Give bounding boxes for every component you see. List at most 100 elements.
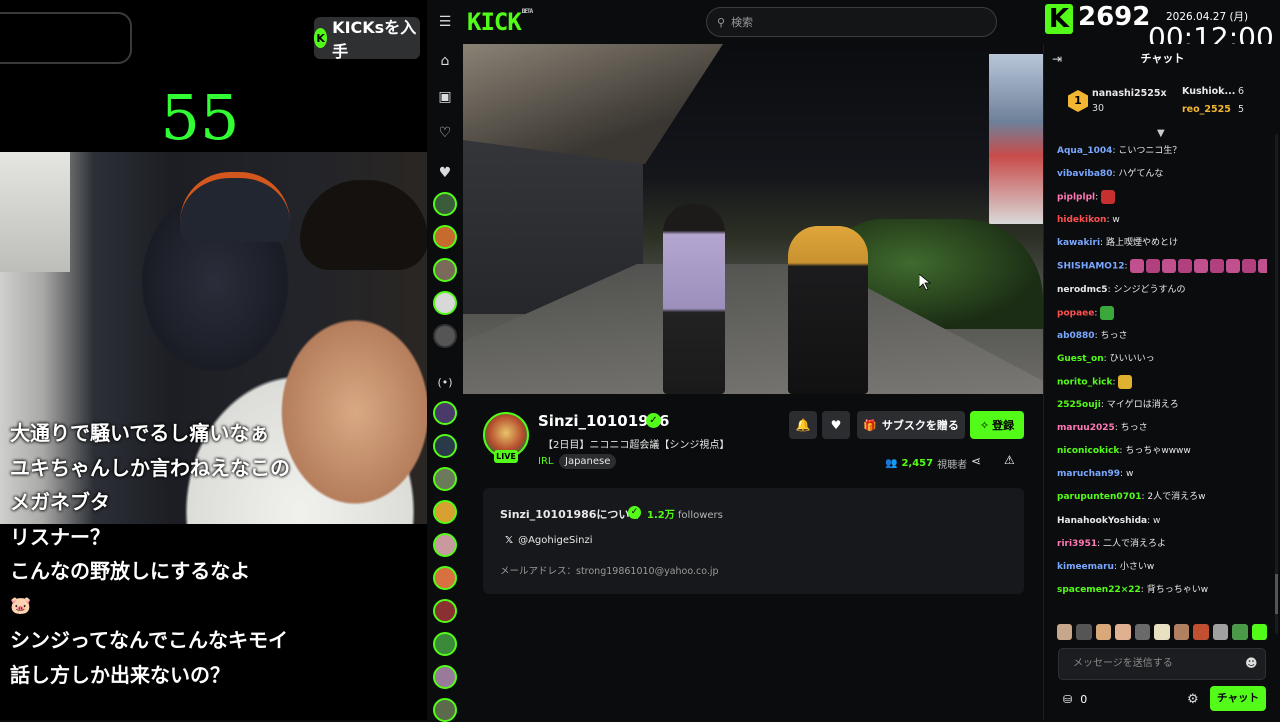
emote-icon[interactable] [1095,624,1112,640]
category-link[interactable]: IRL [538,456,553,467]
followed-channel-avatar[interactable] [433,258,457,282]
x-social-link[interactable]: 𝕏 @AgohigeSinzi [505,535,592,546]
search-icon: ⚲ [717,15,726,29]
chat-username[interactable]: kawakiri [1057,238,1100,248]
recommended-channel-avatar[interactable] [433,698,457,722]
emote-icon[interactable] [1251,624,1267,640]
gift-sub-button[interactable]: 🎁 サブスクを贈る [857,411,965,439]
emote-icon[interactable] [1212,624,1229,640]
gifter-count: 5 [1238,104,1245,115]
kick-logo[interactable]: KICKBETA [467,8,533,36]
chat-username[interactable]: vibaviba80 [1057,169,1112,179]
chat-emote-icon [1258,259,1267,274]
follow-heart-button[interactable]: ♥ [822,411,850,439]
share-icon[interactable]: ⋖ [971,454,981,468]
chat-message: spacemen22×22: 背ちっちゃいw [1057,584,1209,595]
chat-emote-icon [1242,259,1257,274]
recommended-channel-avatar[interactable] [433,632,457,656]
following-icon[interactable]: ♡ [436,124,454,142]
chat-emote-icon [1100,305,1115,320]
overlay-comment: 🐷 [10,595,32,616]
report-icon[interactable]: ⚠ [1004,453,1015,467]
recommended-channel-avatar[interactable] [433,467,457,491]
send-chat-button[interactable]: チャット [1210,686,1266,711]
chat-message: Aqua_1004: こいつニコ生？ [1057,146,1182,156]
chat-emote-icon [1146,259,1161,274]
gifter-name[interactable]: Kushiok... [1182,86,1235,97]
language-tag[interactable]: Japanese [559,454,617,469]
chat-message: HanahookYoshida: w [1057,515,1161,526]
chat-username[interactable]: SHISHAMO12 [1057,262,1124,272]
home-icon[interactable]: ⌂ [436,52,454,70]
followed-channel-avatar[interactable] [433,324,457,348]
chat-message: niconicokick: ちっちゃwwww [1057,446,1191,457]
chat-footer: ⛁ 0 ⚙ チャット [1044,686,1280,716]
emote-icon[interactable] [1134,624,1151,640]
emoji-icon[interactable]: ☻ [1245,656,1258,670]
channel-points[interactable]: ⛁ 0 [1063,693,1087,706]
recommended-channel-avatar[interactable] [433,500,457,524]
chat-username[interactable]: norito_kick [1057,377,1113,387]
recommended-channel-avatar[interactable] [433,599,457,623]
chat-username[interactable]: parupunten0701 [1057,492,1141,502]
chat-username[interactable]: niconicokick [1057,446,1119,456]
emote-icon[interactable] [1173,624,1190,640]
get-kicks-button[interactable]: K KICKsを入手 [314,17,420,61]
chat-username[interactable]: spacemen22×22 [1057,585,1141,595]
chat-username[interactable]: HanahookYoshida [1057,516,1147,526]
chat-text: シンジどうすんの [1113,284,1186,295]
chat-username[interactable]: kimeemaru [1057,562,1114,572]
chat-username[interactable]: maruchan99 [1057,469,1120,479]
about-title: Sinzi_10101986について [500,508,641,521]
chat-scrollbar[interactable] [1275,134,1278,634]
chat-username[interactable]: maruu2025 [1057,423,1115,433]
viewer-count: 👥 2,457 視聴者 [885,456,967,471]
verified-icon: ✓ [646,413,661,428]
kicks-icon: K [314,28,328,48]
bell-icon: 🔔 [795,418,811,432]
recommended-channel-avatar[interactable] [433,434,457,458]
followed-channel-avatar[interactable] [433,192,457,216]
emote-icon[interactable] [1154,624,1170,640]
chat-message: riri3951: 二人で消えろよ [1057,538,1167,549]
chat-username[interactable]: popaee [1057,308,1094,318]
chat-message: maruu2025: ちっさ [1057,423,1148,434]
chat-username[interactable]: nerodmc5 [1057,285,1108,295]
chat-panel: ⇥ チャット 1 nanashi2525x 30 Kushiok... 6 re… [1043,44,1280,720]
recommended-channel-avatar[interactable] [433,533,457,557]
emote-icon[interactable] [1057,624,1073,640]
followed-channel-avatar[interactable] [433,225,457,249]
subscribe-label: 登録 [992,419,1015,432]
menu-icon[interactable]: ☰ [436,13,454,31]
gifter-name[interactable]: reo_2525 [1182,104,1231,115]
viewer-suffix: 視聴者 [937,460,968,471]
chat-username[interactable]: hidekikon [1057,215,1106,225]
emote-icon[interactable] [1193,624,1209,640]
chat-username[interactable]: piplplpl [1057,193,1095,203]
chat-message: vibaviba80: ハゲてんな [1057,169,1164,180]
video-player[interactable] [463,44,1043,394]
emote-icon[interactable] [1232,624,1248,640]
notification-bell-button[interactable]: 🔔 [789,411,817,439]
chat-input[interactable]: メッセージを送信する [1058,648,1266,680]
search-input[interactable]: ⚲ 検索 [706,7,997,37]
followed-channel-avatar[interactable] [433,291,457,315]
chat-message: popaee: [1057,305,1267,329]
recommended-channel-avatar[interactable] [433,665,457,689]
recommended-channel-avatar[interactable] [433,566,457,590]
browse-icon[interactable]: ▣ [436,88,454,106]
chat-username[interactable]: riri3951 [1057,539,1097,549]
chat-username[interactable]: Aqua_1004 [1057,146,1112,156]
chat-username[interactable]: 2525ouji [1057,400,1101,410]
recommended-channel-avatar[interactable] [433,401,457,425]
gifter-name[interactable]: nanashi2525x [1092,88,1167,99]
settings-gear-icon[interactable]: ⚙ [1187,692,1199,707]
nav-rail: ☰ ⌂ ▣ ♡ ♥ (•) [427,0,463,722]
chat-username[interactable]: ab0880 [1057,331,1095,341]
chat-username[interactable]: Guest_on [1057,354,1104,364]
stream-info: LIVE Sinzi_10101986 ✓ 【2日目】ニコニコ超会議【シンジ視点… [463,394,1043,720]
emote-icon[interactable] [1076,624,1092,640]
pinned-expand-icon[interactable]: ▼ [1157,128,1165,139]
subscribe-button[interactable]: ✧ 登録 [970,411,1024,439]
emote-icon[interactable] [1115,624,1131,640]
